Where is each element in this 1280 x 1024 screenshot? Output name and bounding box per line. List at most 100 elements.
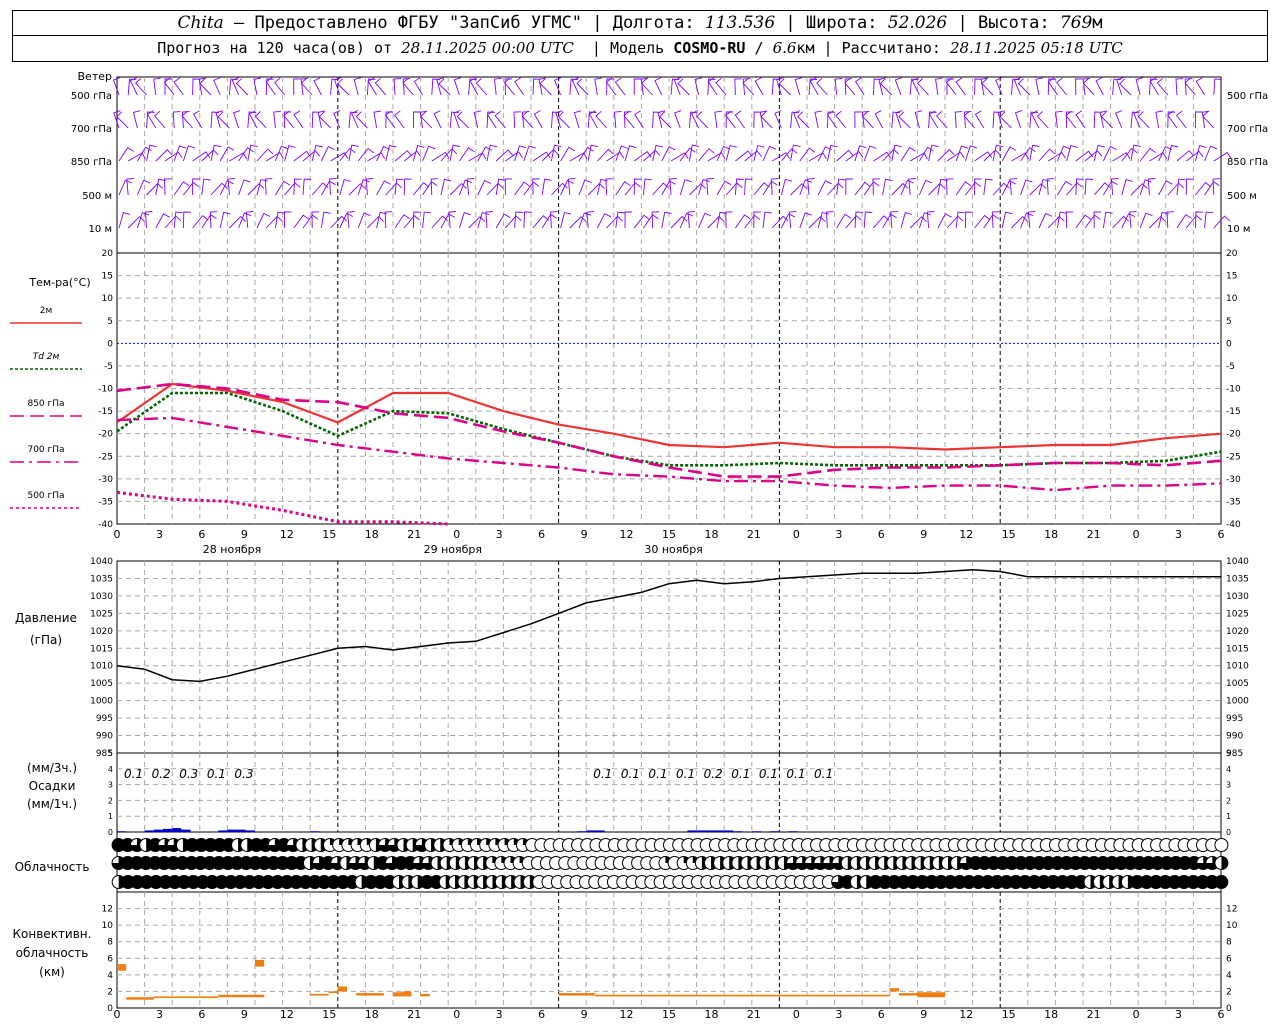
wind-barb	[293, 110, 304, 129]
precip-3h-value: 0.1	[759, 767, 778, 781]
conv-cloud-block	[889, 988, 899, 992]
wind-barb	[872, 78, 882, 96]
wind-barb	[992, 182, 1010, 196]
wind-barb	[573, 110, 582, 129]
wind-barb	[744, 178, 753, 196]
wind-barb	[1036, 111, 1049, 129]
time-tick-temp: 15	[662, 528, 676, 541]
conv-cloud-block	[117, 964, 127, 971]
day-label: 29 ноября	[424, 543, 482, 556]
pres-tick-left: 1005	[90, 679, 113, 689]
wind-barb	[595, 110, 607, 129]
precip-3h-value: 0.3	[179, 767, 198, 781]
time-tick-conv: 6	[1218, 1008, 1225, 1021]
conv-tick-left: 4	[107, 971, 113, 981]
wind-barb	[1065, 211, 1074, 229]
precip-3h-value: 0.1	[593, 767, 612, 781]
wind-barb	[1093, 182, 1111, 196]
wind-barb	[614, 111, 622, 129]
wind-barb	[313, 77, 322, 96]
temp-tick-right: -35	[1226, 497, 1241, 507]
wind-barb	[228, 78, 238, 96]
wind-barb	[1167, 182, 1185, 196]
wind-barb	[219, 211, 231, 229]
wind-barb	[597, 148, 614, 162]
time-tick-temp: 15	[1002, 528, 1016, 541]
wind-barb	[654, 77, 663, 96]
temp-tick-left: -10	[98, 385, 113, 395]
wind-barb	[347, 211, 355, 229]
wind-barb	[403, 214, 420, 229]
wind-barb	[1075, 78, 1083, 96]
wind-barb	[974, 178, 982, 196]
conv-cloud-segment	[899, 993, 918, 996]
precip-bar	[153, 829, 163, 832]
time-tick-conv: 6	[538, 1008, 545, 1021]
wind-barb	[780, 178, 793, 196]
wind-barb	[790, 144, 801, 162]
wind-barb	[1212, 178, 1221, 196]
conv-tick-left: 2	[107, 987, 113, 997]
wind-barb	[367, 152, 386, 162]
wind-barb	[808, 152, 827, 162]
wind-barb	[486, 144, 498, 162]
wind-barb	[606, 215, 623, 229]
wind-barb	[1130, 183, 1148, 196]
wind-barb	[532, 178, 540, 196]
wind-barb	[735, 214, 751, 229]
wind-barb	[265, 77, 276, 96]
wind-barb	[233, 110, 241, 129]
wind-barb	[431, 215, 449, 229]
wind-barb	[928, 144, 939, 162]
wind-barb	[983, 149, 1001, 162]
wind-barb	[928, 110, 939, 129]
conv-cloud-segment	[153, 996, 219, 999]
wind-barb	[790, 111, 800, 129]
wind-barb	[503, 77, 515, 96]
wind-barb	[1139, 212, 1153, 229]
wind-barb	[550, 211, 558, 229]
temp-tick-left: 20	[102, 249, 114, 259]
wind-barb	[725, 110, 736, 129]
wind-barb	[652, 111, 661, 129]
wind-level-label-right: 500 м	[1227, 191, 1257, 202]
wind-barb	[284, 182, 301, 196]
precip-bar	[705, 830, 715, 832]
wind-barb	[698, 212, 712, 229]
wind-barb	[422, 145, 436, 162]
wind-level-label-left: 10 м	[89, 224, 112, 235]
wind-barb	[569, 152, 588, 162]
wind-barb	[900, 212, 913, 229]
conv-tick-right: 12	[1226, 905, 1237, 915]
wind-barb	[514, 77, 525, 96]
wind-barb	[367, 77, 377, 96]
time-tick-conv: 21	[747, 1008, 761, 1021]
prec-tick-right: 5	[1226, 749, 1231, 758]
wind-barb	[754, 77, 764, 96]
wind-barb	[669, 178, 677, 196]
wind-barb	[945, 77, 957, 96]
wind-barb	[1155, 110, 1163, 129]
time-tick-conv: 6	[878, 1008, 885, 1021]
wind-barb	[505, 215, 522, 229]
wind-barb	[991, 211, 1000, 229]
pres-tick-right: 1015	[1226, 644, 1249, 654]
wind-barb	[1029, 111, 1039, 129]
wind-barb	[657, 110, 666, 129]
time-tick-temp: 6	[538, 528, 545, 541]
wind-barb	[1167, 144, 1179, 162]
precip-bar	[788, 831, 798, 832]
precip-3h-value: 0.1	[814, 767, 833, 781]
wind-barb	[393, 110, 405, 129]
wind-barb	[909, 216, 927, 229]
wind-barb	[827, 182, 844, 196]
wind-barb	[348, 144, 359, 162]
time-tick-temp: 18	[704, 528, 718, 541]
time-tick-conv: 0	[1133, 1008, 1140, 1021]
time-tick-conv: 3	[496, 1008, 503, 1021]
precip-3h-value: 0.1	[676, 767, 695, 781]
wind-barb	[863, 145, 877, 162]
wind-barb	[725, 211, 733, 229]
wind-barb	[384, 110, 396, 129]
wind-barb	[1137, 111, 1150, 129]
